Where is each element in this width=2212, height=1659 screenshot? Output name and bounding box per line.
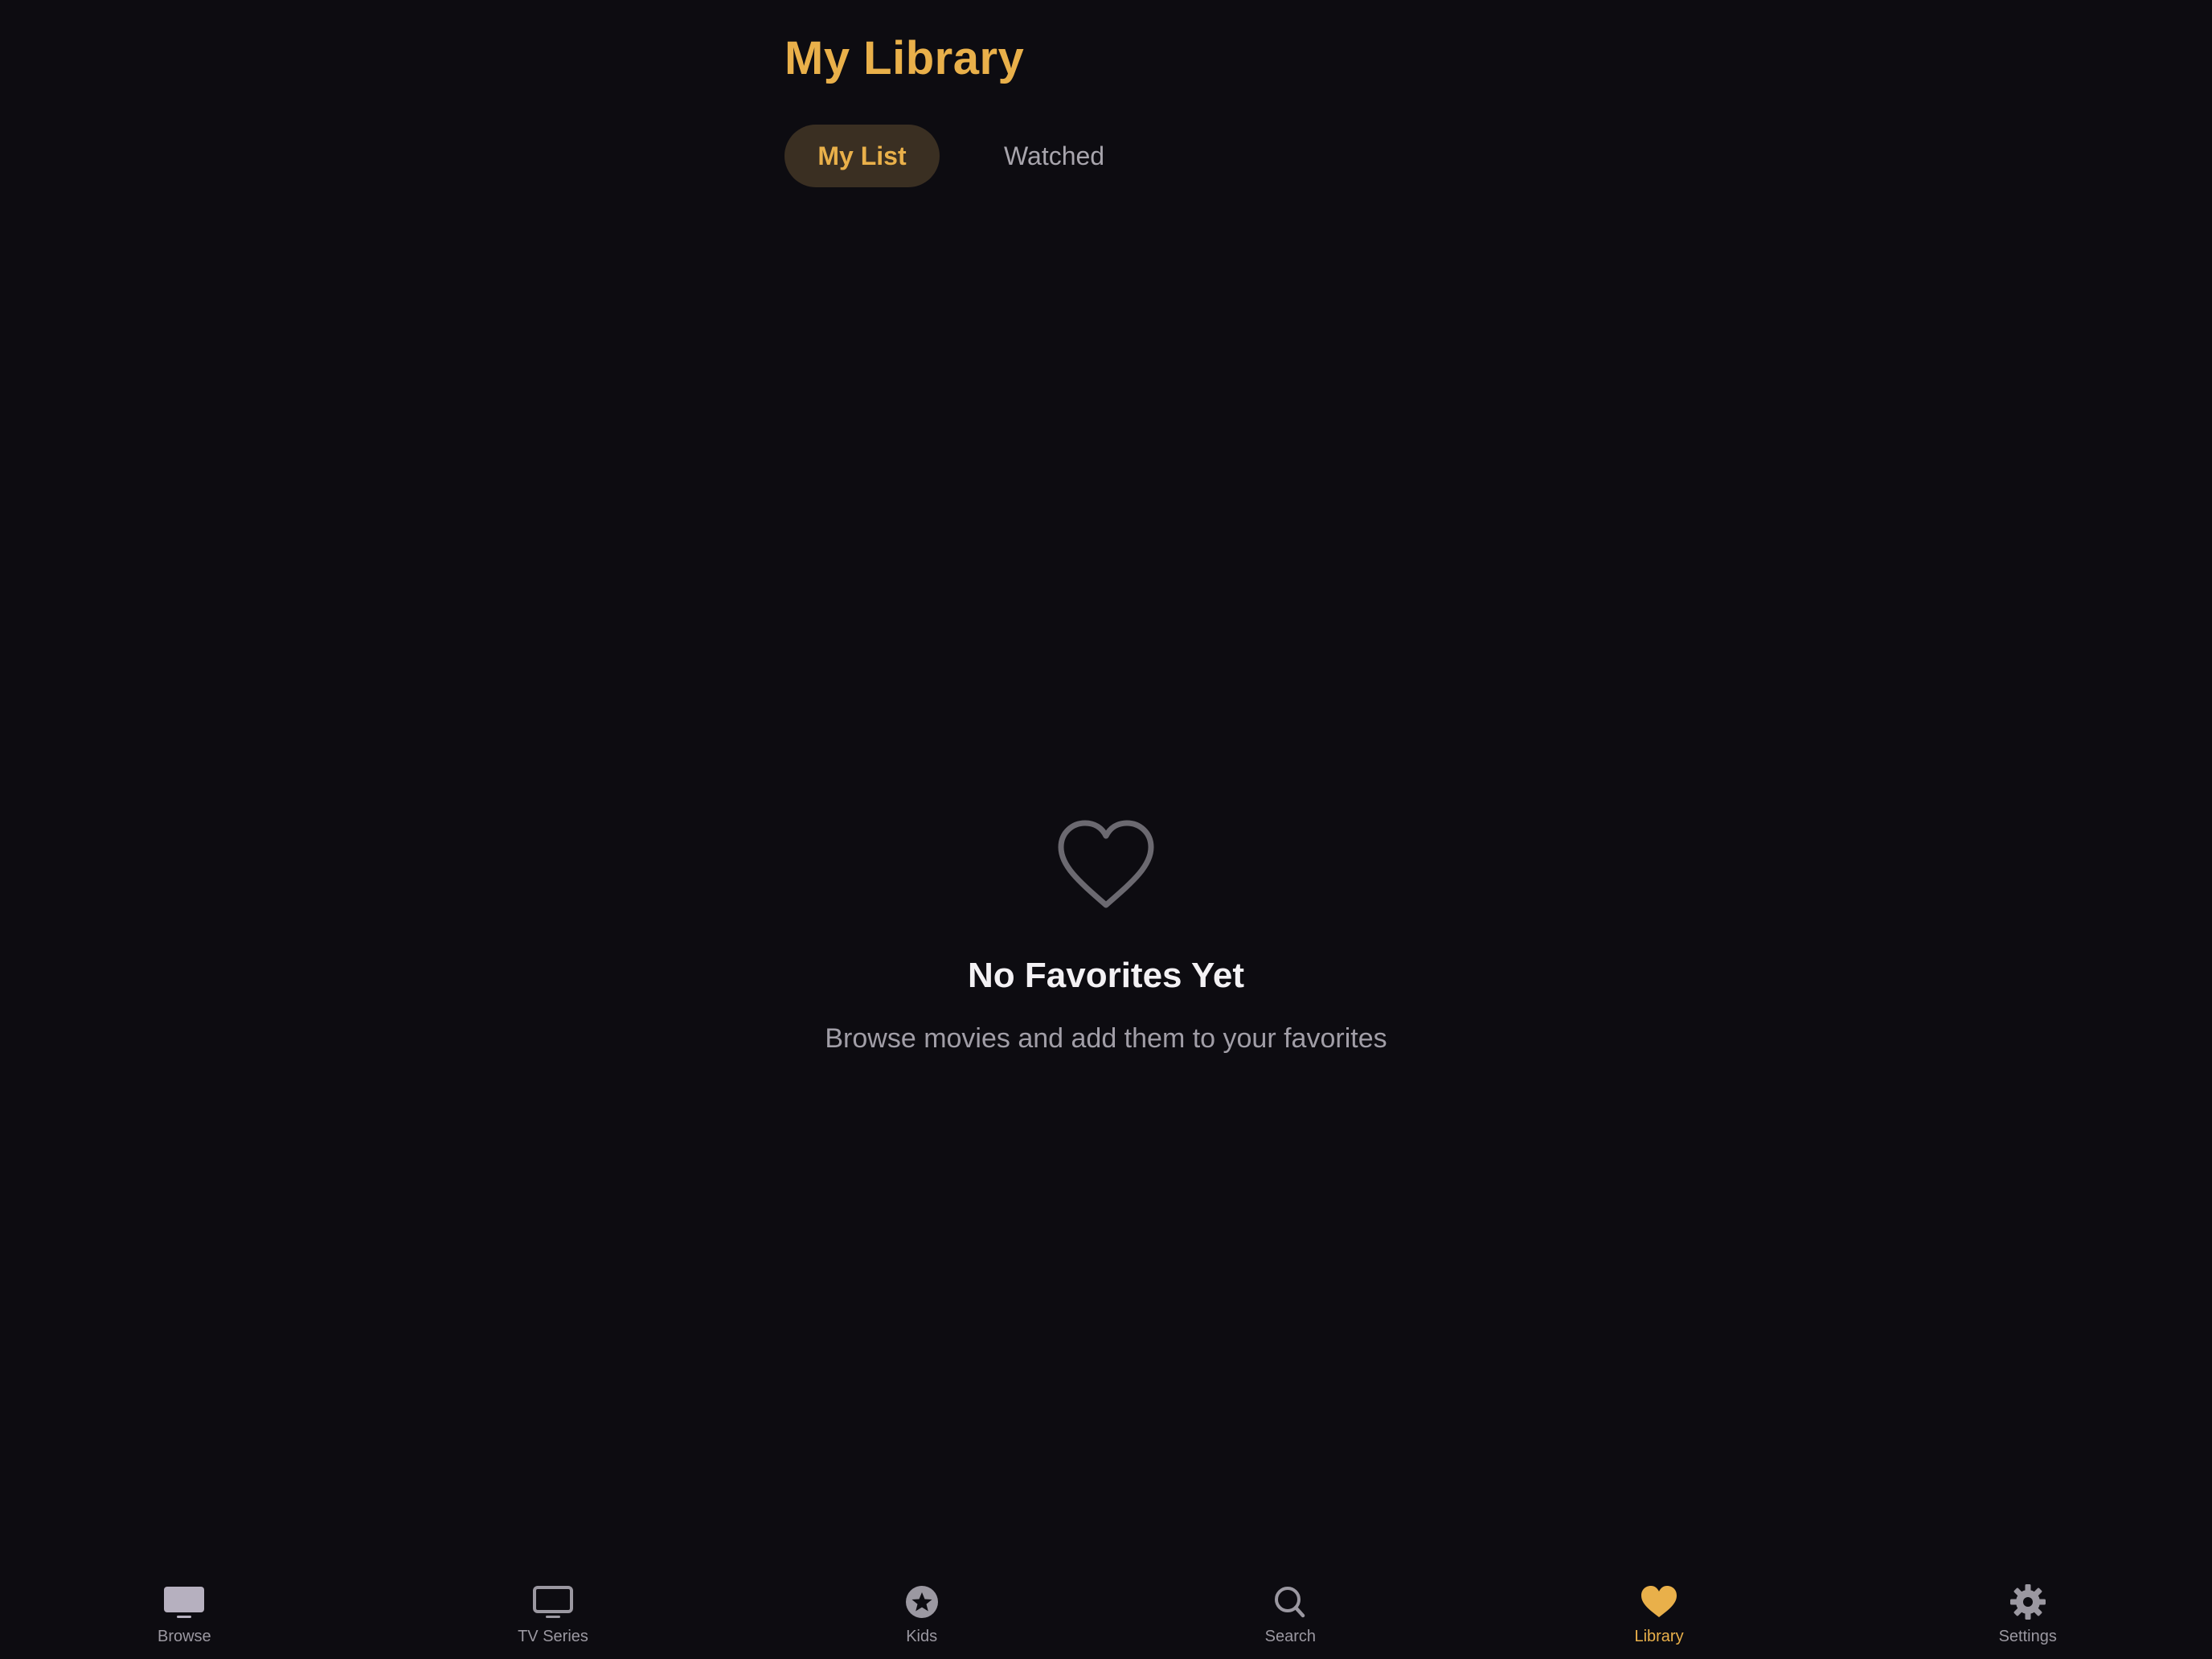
tv-filled-icon (164, 1587, 205, 1618)
page-title: My Library (784, 32, 1025, 84)
tab-kids[interactable]: Kids (737, 1563, 1106, 1659)
segment-watched[interactable]: Watched (940, 125, 1137, 187)
tab-search-label: Search (1264, 1628, 1317, 1645)
tv-outline-icon (533, 1586, 573, 1618)
star-circle-icon (905, 1586, 938, 1618)
heart-icon (1641, 1586, 1677, 1617)
segment-my-list[interactable]: My List (784, 125, 940, 187)
gear-icon (2009, 1584, 2046, 1620)
empty-state-title: No Favorites Yet (968, 956, 1244, 995)
heart-outline-icon (1058, 820, 1154, 908)
tab-kids-label: Kids (906, 1628, 938, 1645)
tab-library[interactable]: Library (1475, 1563, 1844, 1659)
search-icon (1275, 1587, 1305, 1618)
tab-search[interactable]: Search (1106, 1563, 1475, 1659)
tab-tv-series-label: TV Series (518, 1628, 588, 1645)
tab-bar: Browse TV Series Kids Search Library Set… (0, 1563, 2212, 1659)
empty-state: No Favorites Yet Browse movies and add t… (0, 818, 2212, 1056)
tab-browse[interactable]: Browse (0, 1563, 369, 1659)
library-segmented-control: My List Watched (784, 125, 1137, 187)
tab-tv-series[interactable]: TV Series (369, 1563, 738, 1659)
tab-browse-label: Browse (157, 1628, 211, 1645)
tab-settings[interactable]: Settings (1843, 1563, 2212, 1659)
library-screen: My Library My List Watched No Favorites … (0, 0, 2212, 1659)
empty-state-subtitle: Browse movies and add them to your favor… (825, 1023, 1387, 1054)
tab-library-label: Library (1634, 1628, 1684, 1645)
tab-settings-label: Settings (1998, 1628, 2057, 1645)
